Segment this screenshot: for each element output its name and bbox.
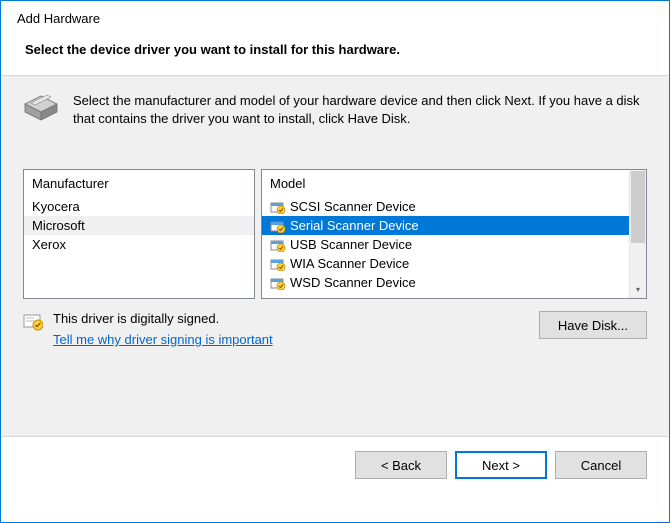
manufacturer-header: Manufacturer [24, 170, 254, 197]
model-item[interactable]: Serial Scanner Device [262, 216, 646, 235]
signed-driver-icon [270, 219, 286, 233]
manufacturer-list[interactable]: Manufacturer Kyocera Microsoft Xerox [23, 169, 255, 299]
window-subtitle: Select the device driver you want to ins… [25, 42, 653, 57]
model-item[interactable]: WIA Scanner Device [262, 254, 646, 273]
next-button[interactable]: Next > [455, 451, 547, 479]
manufacturer-item[interactable]: Xerox [24, 235, 254, 254]
driver-signing-link[interactable]: Tell me why driver signing is important [53, 332, 273, 347]
manufacturer-item[interactable]: Microsoft [24, 216, 254, 235]
model-item[interactable]: WSD Scanner Device [262, 273, 646, 292]
manufacturer-item[interactable]: Kyocera [24, 197, 254, 216]
cancel-button[interactable]: Cancel [555, 451, 647, 479]
instruction-text: Select the manufacturer and model of you… [73, 92, 647, 127]
driver-signed-text: This driver is digitally signed. [53, 311, 273, 326]
model-item[interactable]: USB Scanner Device [262, 235, 646, 254]
signed-driver-icon [270, 238, 286, 252]
certificate-icon [23, 313, 43, 331]
back-button[interactable]: < Back [355, 451, 447, 479]
model-scrollbar[interactable]: ▴ ▾ [629, 170, 646, 298]
hardware-icon [23, 94, 59, 122]
have-disk-button[interactable]: Have Disk... [539, 311, 647, 339]
model-item-label: WSD Scanner Device [290, 275, 416, 290]
model-list[interactable]: Model SCSI Scanner Device Serial Scanner… [261, 169, 647, 299]
model-header: Model [262, 170, 646, 197]
window-title: Add Hardware [17, 11, 653, 26]
model-item-label: Serial Scanner Device [290, 218, 419, 233]
signed-driver-icon [270, 257, 286, 271]
model-item[interactable]: SCSI Scanner Device [262, 197, 646, 216]
signed-driver-icon [270, 276, 286, 290]
signed-driver-icon [270, 200, 286, 214]
scroll-down-arrow-icon[interactable]: ▾ [630, 281, 646, 298]
model-item-label: USB Scanner Device [290, 237, 412, 252]
model-item-label: WIA Scanner Device [290, 256, 409, 271]
scrollbar-thumb[interactable] [631, 171, 645, 243]
model-item-label: SCSI Scanner Device [290, 199, 416, 214]
